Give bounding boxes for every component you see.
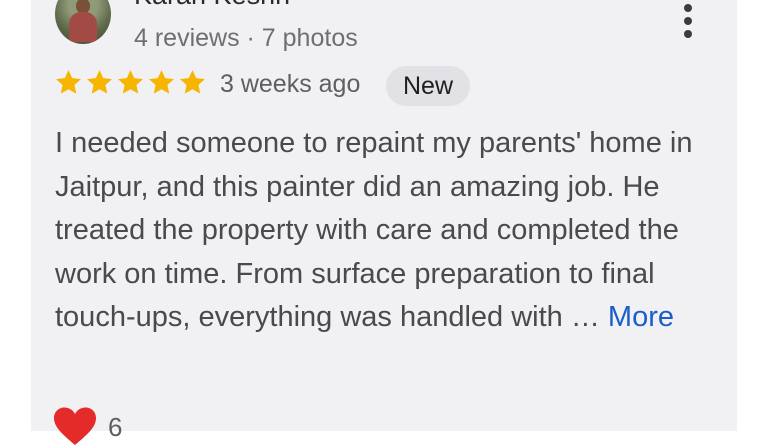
kebab-dot (684, 4, 692, 12)
star-icon (56, 70, 81, 94)
kebab-dot (684, 17, 692, 25)
reaction-count: 6 (108, 412, 123, 442)
heart-icon[interactable] (52, 406, 98, 446)
review-date: 3 weeks ago (220, 70, 361, 98)
star-icon (87, 70, 112, 94)
author-meta: 4 reviews · 7 photos (134, 24, 358, 52)
review-text-block: I needed someone to repaint my parents' … (55, 122, 725, 340)
kebab-dot (684, 30, 692, 38)
star-icon (149, 70, 174, 94)
star-rating (54, 68, 207, 97)
more-vertical-icon[interactable] (674, 2, 704, 42)
review-text: I needed someone to repaint my parents' … (55, 127, 693, 333)
more-link[interactable]: More (608, 301, 674, 333)
star-icon (118, 70, 143, 94)
author-name[interactable]: Karan Keshri (134, 0, 290, 11)
new-badge: New (386, 66, 471, 106)
star-icon (180, 70, 205, 94)
avatar-body (69, 12, 97, 42)
